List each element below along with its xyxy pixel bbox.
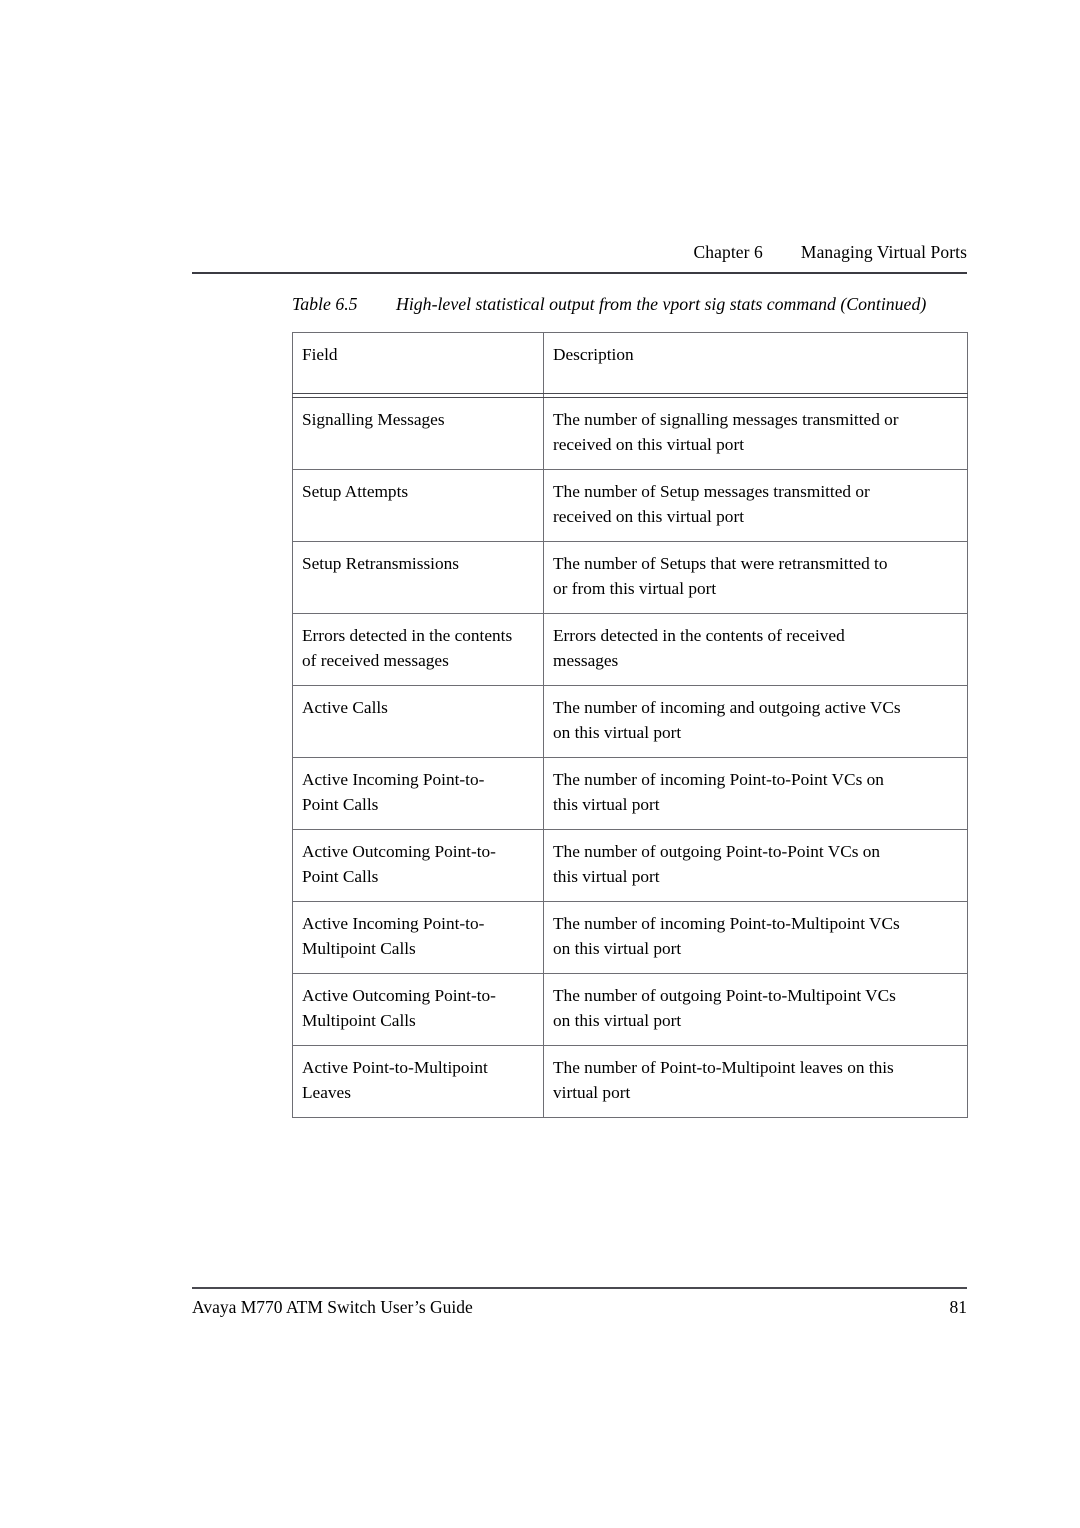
cell-line: Leaves <box>302 1083 351 1102</box>
table-header: Field Description <box>292 332 968 398</box>
page-footer: Avaya M770 ATM Switch User’s Guide 81 <box>192 1294 967 1322</box>
table-header-row: Field Description <box>292 332 968 394</box>
table-row: Signalling Messages The number of signall… <box>292 396 968 470</box>
cell-line: of received messages <box>302 651 449 670</box>
cell-description: The number of Setup messages transmitted… <box>543 468 968 542</box>
cell-line: Active Incoming Point-to- <box>302 913 485 933</box>
cell-line: The number of incoming Point-to-Point VC… <box>553 769 884 789</box>
cell-line: The number of signalling messages transm… <box>553 409 899 429</box>
cell-line: Multipoint Calls <box>302 1011 416 1030</box>
cell-line: Signalling Messages <box>302 409 445 429</box>
cell-line: on this virtual port <box>553 723 682 742</box>
cell-field: Active Incoming Point-to- Point Calls <box>292 756 544 830</box>
cell-line: on this virtual port <box>553 939 682 958</box>
cell-line: Active Outcoming Point-to- <box>302 985 496 1005</box>
cell-line: this virtual port <box>553 795 660 814</box>
cell-line: The number of Point-to-Multipoint leaves… <box>553 1057 894 1077</box>
cell-field: Active Outcoming Point-to- Multipoint Cal… <box>292 972 544 1046</box>
table-body: Signalling Messages The number of signall… <box>292 396 968 1118</box>
table-caption-text: High-level statistical output from the v… <box>396 294 927 314</box>
document-page: Chapter 6 Managing Virtual Ports Table 6.… <box>0 0 1080 1528</box>
cell-field: Errors detected in the contents of receiv… <box>292 612 544 686</box>
table-caption-number: Table 6.5 <box>292 294 358 314</box>
table-row: Setup Attempts The number of Setup messag… <box>292 468 968 542</box>
cell-description: The number of signalling messages transm… <box>543 396 968 470</box>
column-header-field: Field <box>292 332 544 394</box>
cell-line: Active Incoming Point-to- <box>302 769 485 789</box>
cell-line: The number of Setup messages transmitted… <box>553 481 870 501</box>
cell-description: The number of incoming Point-to-Multipoi… <box>543 900 968 974</box>
cell-field: Active Point-to-Multipoint Leaves <box>292 1044 544 1118</box>
header-divider-rule <box>192 272 967 274</box>
cell-line: Errors detected in the contents <box>302 625 513 645</box>
header-chapter-label: Chapter 6 <box>693 242 763 262</box>
cell-field: Active Calls <box>292 684 544 758</box>
header-section-title: Managing Virtual Ports <box>800 242 967 262</box>
cell-line: Point Calls <box>302 867 379 886</box>
cell-line: or from this virtual port <box>553 579 717 598</box>
cell-description: The number of Setups that were retransmi… <box>543 540 968 614</box>
table-container: Field Description Signalling Messages The… <box>292 332 968 1118</box>
table-row: Active Outcoming Point-to- Point Calls The… <box>292 828 968 902</box>
cell-line: The number of outgoing Point-to-Point VC… <box>553 841 881 861</box>
footer-page-number: 81 <box>949 1297 968 1317</box>
footer-guide-title: Avaya M770 ATM Switch User’s Guide <box>192 1297 473 1317</box>
cell-field: Active Incoming Point-to- Multipoint Call… <box>292 900 544 974</box>
cell-line: The number of outgoing Point-to-Multipoi… <box>553 985 896 1005</box>
cell-line: Errors detected in the contents of recei… <box>553 625 845 645</box>
cell-line: this virtual port <box>553 867 660 886</box>
cell-line: Active Point-to-Multipoint <box>302 1057 488 1077</box>
table-caption: Table 6.5 High-level statistical output f… <box>292 293 982 316</box>
cell-line: The number of Setups that were retransmi… <box>553 553 888 573</box>
cell-line: received on this virtual port <box>553 435 744 454</box>
cell-line: Multipoint Calls <box>302 939 416 958</box>
cell-description: The number of incoming and outgoing acti… <box>543 684 968 758</box>
cell-field: Setup Retransmissions <box>292 540 544 614</box>
cell-description: The number of Point-to-Multipoint leaves… <box>543 1044 968 1118</box>
cell-line: Point Calls <box>302 795 379 814</box>
cell-line: on this virtual port <box>553 1011 682 1030</box>
cell-field: Signalling Messages <box>292 396 544 470</box>
cell-line: Active Calls <box>302 697 388 717</box>
table-row: Active Incoming Point-to- Multipoint Call… <box>292 900 968 974</box>
cell-field: Active Outcoming Point-to- Point Calls <box>292 828 544 902</box>
vport-sig-stats-table: Field Description Signalling Messages The… <box>292 332 968 1118</box>
table-row: Active Incoming Point-to- Point Calls The … <box>292 756 968 830</box>
cell-field: Setup Attempts <box>292 468 544 542</box>
table-row: Active Outcoming Point-to- Multipoint Cal… <box>292 972 968 1046</box>
footer-divider-rule <box>192 1287 967 1289</box>
table-row: Active Point-to-Multipoint Leaves The numb… <box>292 1044 968 1118</box>
cell-line: The number of incoming Point-to-Multipoi… <box>553 913 900 933</box>
column-header-description: Description <box>543 332 968 394</box>
cell-line: The number of incoming and outgoing acti… <box>553 697 901 717</box>
cell-description: Errors detected in the contents of recei… <box>543 612 968 686</box>
cell-line: Active Outcoming Point-to- <box>302 841 496 861</box>
cell-description: The number of outgoing Point-to-Point VC… <box>543 828 968 902</box>
cell-line: messages <box>553 651 619 670</box>
cell-line: Setup Attempts <box>302 481 409 501</box>
cell-description: The number of incoming Point-to-Point VC… <box>543 756 968 830</box>
cell-line: received on this virtual port <box>553 507 744 526</box>
table-row: Active Calls The number of incoming and o… <box>292 684 968 758</box>
cell-line: virtual port <box>553 1083 631 1102</box>
running-header: Chapter 6 Managing Virtual Ports <box>192 240 967 270</box>
table-row: Errors detected in the contents of receiv… <box>292 612 968 686</box>
cell-line: Setup Retransmissions <box>302 553 459 573</box>
table-row: Setup Retransmissions The number of Setup… <box>292 540 968 614</box>
cell-description: The number of outgoing Point-to-Multipoi… <box>543 972 968 1046</box>
